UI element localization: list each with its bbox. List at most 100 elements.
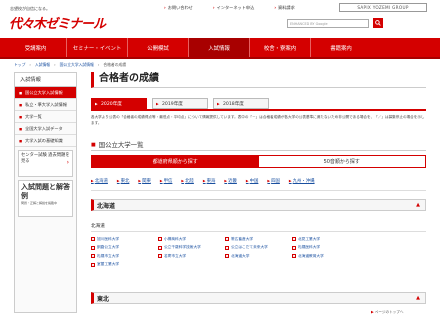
sidebar-item-basics[interactable]: ■ 大学入試の基礎知識 bbox=[15, 135, 76, 147]
exam-problems-banner[interactable]: 入試問題と解答例 問題・正解と解説を掲載中 bbox=[18, 180, 73, 217]
list-row: › 札幌市立大学 › 名寄市立大学 › 北海道大学 › 北海道教育大学 bbox=[91, 252, 426, 261]
university-link[interactable]: › 北見工業大学 bbox=[292, 235, 359, 244]
link-icon: › bbox=[225, 254, 229, 259]
chevron-right-icon: › bbox=[66, 159, 69, 166]
region-link-tokai[interactable]: ▶東海 bbox=[203, 178, 216, 184]
arrow-icon: ▶ bbox=[116, 179, 120, 183]
nav-books[interactable]: 書籍案内 bbox=[310, 38, 371, 57]
university-link[interactable]: › 室蘭工業大学 bbox=[91, 261, 158, 270]
university-list: › 旭川医科大学 › 小樽商科大学 › 帯広畜産大学 › 北見工業大学 › 釧路公立大学 … bbox=[91, 235, 426, 269]
logo-tagline: 志望校が自信になる。 bbox=[10, 6, 50, 11]
link-icon: › bbox=[91, 262, 95, 267]
search-input[interactable]: ENHANCED BY Google bbox=[287, 19, 369, 28]
sidebar: 入試情報 ■ 国公立大学入試情報 ■ 私立・準大学入試情報 ■ 大学一覧 ■ 全国大学入… bbox=[14, 72, 77, 313]
tab-by-prefecture[interactable]: 都道府県順から探す bbox=[92, 156, 259, 167]
bullet-icon: ■ bbox=[19, 102, 23, 107]
region-link-hokuriku[interactable]: ▶北陸 bbox=[181, 178, 194, 184]
university-link[interactable]: › 名寄市立大学 bbox=[158, 252, 225, 261]
tab-2020[interactable]: ▶ 2020年度 bbox=[91, 98, 147, 109]
request-materials-link[interactable]: › 資料請求 bbox=[274, 5, 305, 13]
year-tabs: ▶ 2020年度 ▶ 2019年度 ▶ 2018年度 bbox=[91, 98, 274, 109]
chevron-up-icon: ▲ bbox=[416, 295, 420, 301]
logo[interactable]: 代々木ゼミナール bbox=[9, 13, 106, 32]
sidebar-item-national[interactable]: ■ 国公立大学入試情報 bbox=[15, 87, 76, 99]
sidebar-item-data[interactable]: ■ 全国大学入試データ bbox=[15, 123, 76, 135]
university-link[interactable]: › 小樽商科大学 bbox=[158, 235, 225, 244]
region-link-kyushu[interactable]: ▶九州・沖縄 bbox=[289, 178, 315, 184]
sidebar-item-private[interactable]: ■ 私立・準大学入試情報 bbox=[15, 99, 76, 111]
description-text: 各大学より公表の「合格者の成績得点等・最低点・平均点」について情報提供しています… bbox=[91, 115, 425, 125]
arrow-icon: › bbox=[274, 5, 277, 10]
tab-by-kana[interactable]: 50音順から探す bbox=[258, 156, 425, 167]
list-row: › 室蘭工業大学 bbox=[91, 261, 426, 270]
bullet-icon: ■ bbox=[19, 114, 23, 119]
link-icon: › bbox=[91, 254, 95, 259]
contact-link[interactable]: › お問い合わせ bbox=[164, 5, 203, 13]
university-link[interactable]: › 旭川医科大学 bbox=[91, 235, 158, 244]
region-link-kanto[interactable]: ▶関東 bbox=[138, 178, 151, 184]
nav-exam-info[interactable]: 入試情報 bbox=[188, 38, 249, 57]
tab-2018[interactable]: ▶ 2018年度 bbox=[213, 98, 269, 109]
arrow-icon: ▶ bbox=[202, 179, 206, 183]
link-icon: › bbox=[158, 245, 162, 250]
sort-tabs: 都道府県順から探す 50音順から探す bbox=[91, 155, 426, 168]
bullet-icon: ■ bbox=[19, 138, 23, 143]
main-nav: 受講案内 セミナー・イベント 公開模試 入試情報 校舎・寮案内 書籍案内 bbox=[0, 38, 440, 57]
tab-underline bbox=[91, 109, 426, 111]
arrow-icon: ▶ bbox=[267, 179, 271, 183]
university-link[interactable]: › 札幌市立大学 bbox=[91, 252, 158, 261]
section-heading: ■ 国公立大学一覧 bbox=[91, 139, 426, 151]
internet-apply-link[interactable]: › インターネット申込 bbox=[213, 5, 264, 13]
link-icon: › bbox=[292, 254, 296, 259]
bullet-icon: ▶ bbox=[95, 101, 98, 106]
link-icon: › bbox=[91, 237, 95, 242]
region-link-shikoku[interactable]: ▶四国 bbox=[267, 178, 280, 184]
university-link[interactable]: › 釧路公立大学 bbox=[91, 244, 158, 253]
link-icon: › bbox=[158, 254, 162, 259]
nav-seminars[interactable]: セミナー・イベント bbox=[66, 38, 127, 57]
link-icon: › bbox=[158, 237, 162, 242]
header: 志望校が自信になる。 代々木ゼミナール › お問い合わせ › インターネット申込 ›… bbox=[0, 0, 440, 38]
university-link[interactable]: › 北海道大学 bbox=[225, 252, 292, 261]
university-link[interactable]: › 北海道教育大学 bbox=[292, 252, 359, 261]
bullet-icon: ■ bbox=[19, 90, 23, 95]
nav-courses[interactable]: 受講案内 bbox=[5, 38, 66, 57]
link-icon: › bbox=[91, 245, 95, 250]
region-links: ▶北海道 ▶東北 ▶関東 ▶甲信 ▶北陸 ▶東海 ▶近畿 ▶中国 ▶四国 ▶九州… bbox=[91, 178, 324, 184]
university-link[interactable]: › 公立はこだて未来大学 bbox=[225, 244, 292, 253]
region-link-hokkaido[interactable]: ▶北海道 bbox=[91, 178, 108, 184]
region-header-tohoku[interactable]: 東北 ▲ bbox=[91, 292, 426, 304]
region-link-koshin[interactable]: ▶甲信 bbox=[160, 178, 173, 184]
breadcrumb-current: 合格者の成績 bbox=[103, 62, 127, 67]
university-link[interactable]: › 公立千歳科学技術大学 bbox=[158, 244, 225, 253]
link-icon: › bbox=[225, 237, 229, 242]
region-link-chugoku[interactable]: ▶中国 bbox=[246, 178, 259, 184]
university-link[interactable]: › 帯広畜産大学 bbox=[225, 235, 292, 244]
arrow-icon: ▶ bbox=[224, 179, 228, 183]
nav-mock-exams[interactable]: 公開模試 bbox=[127, 38, 188, 57]
breadcrumb-national[interactable]: 国公立大学入試情報 bbox=[60, 62, 94, 69]
link-icon: › bbox=[292, 237, 296, 242]
page-title: 合格者の成績 bbox=[91, 72, 426, 88]
center-exam-banner[interactable]: センター試験 過去問題を見る › bbox=[18, 150, 73, 177]
list-row: › 旭川医科大学 › 小樽商科大学 › 帯広畜産大学 › 北見工業大学 bbox=[91, 235, 426, 244]
nav-campuses[interactable]: 校舎・寮案内 bbox=[249, 38, 310, 57]
breadcrumb-exam-info[interactable]: 入試情報 bbox=[35, 62, 50, 69]
breadcrumb-top[interactable]: トップ bbox=[14, 62, 25, 69]
region-link-tohoku[interactable]: ▶東北 bbox=[117, 178, 130, 184]
prefecture-label: 北海道 bbox=[91, 224, 105, 229]
arrow-icon: ▶ bbox=[371, 310, 374, 314]
nav-divider bbox=[0, 57, 440, 59]
arrow-icon: › bbox=[212, 5, 215, 10]
search-icon bbox=[375, 20, 381, 26]
divider bbox=[91, 190, 426, 191]
sapix-group-link[interactable]: SAPIX YOZEMI GROUP bbox=[339, 3, 427, 12]
region-header-hokkaido[interactable]: 北海道 ▲ bbox=[91, 199, 426, 211]
tab-2019[interactable]: ▶ 2019年度 bbox=[152, 98, 208, 109]
sidebar-item-university-list[interactable]: ■ 大学一覧 bbox=[15, 111, 76, 123]
search-button[interactable] bbox=[373, 18, 383, 28]
university-link[interactable]: › 札幌医科大学 bbox=[292, 244, 359, 253]
region-link-kinki[interactable]: ▶近畿 bbox=[224, 178, 237, 184]
header-links: › お問い合わせ › インターネット申込 › 資料請求 bbox=[164, 5, 315, 13]
link-icon: › bbox=[292, 245, 296, 250]
